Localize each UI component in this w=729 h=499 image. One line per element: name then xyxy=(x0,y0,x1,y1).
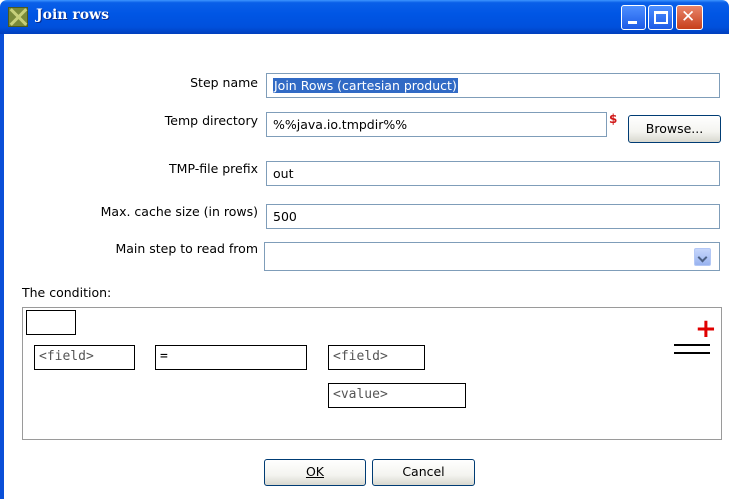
main-step-dropdown[interactable] xyxy=(264,242,720,271)
maximize-button[interactable] xyxy=(648,5,673,30)
step-name-label: Step name xyxy=(190,75,258,90)
tmp-file-prefix-label: TMP-file prefix xyxy=(169,161,258,176)
browse-button[interactable]: Browse... xyxy=(628,115,721,143)
ok-button[interactable]: OK xyxy=(264,459,366,486)
app-icon xyxy=(8,7,28,27)
browse-button-label: Browse... xyxy=(645,121,704,136)
window-border xyxy=(0,34,4,499)
maximize-icon xyxy=(654,11,668,24)
add-condition-icon[interactable]: + xyxy=(695,316,717,342)
tmp-file-prefix-input[interactable]: out xyxy=(266,161,720,186)
cancel-button[interactable]: Cancel xyxy=(372,459,475,486)
ok-button-label: OK xyxy=(305,464,325,479)
condition-panel[interactable] xyxy=(22,307,722,440)
temp-directory-label: Temp directory xyxy=(164,113,258,128)
close-button[interactable]: ✕ xyxy=(676,5,703,30)
max-cache-size-label: Max. cache size (in rows) xyxy=(100,204,258,219)
condition-operator[interactable]: = xyxy=(155,345,307,370)
condition-right-value[interactable]: <value> xyxy=(328,383,466,408)
minimize-icon xyxy=(628,21,637,24)
variable-icon: $ xyxy=(609,112,618,126)
close-icon: ✕ xyxy=(681,7,696,27)
condition-negate-box[interactable] xyxy=(26,310,76,335)
minimize-button[interactable] xyxy=(621,5,646,30)
step-name-input[interactable]: Join Rows (cartesian product) xyxy=(266,73,720,98)
condition-label: The condition: xyxy=(22,285,112,300)
main-step-label: Main step to read from xyxy=(115,241,258,256)
equals-icon-bottom xyxy=(674,352,710,354)
max-cache-size-input[interactable]: 500 xyxy=(266,204,720,229)
condition-right-field[interactable]: <field> xyxy=(328,345,425,370)
step-name-value: Join Rows (cartesian product) xyxy=(273,78,458,93)
condition-left-field[interactable]: <field> xyxy=(34,345,135,370)
title-bar: Join rows ✕ xyxy=(0,0,729,34)
chevron-down-icon[interactable] xyxy=(694,248,711,266)
equals-icon-top xyxy=(674,344,710,346)
window-title: Join rows xyxy=(36,7,109,23)
temp-directory-input[interactable]: %%java.io.tmpdir%% xyxy=(266,112,607,137)
cancel-button-label: Cancel xyxy=(402,464,445,479)
